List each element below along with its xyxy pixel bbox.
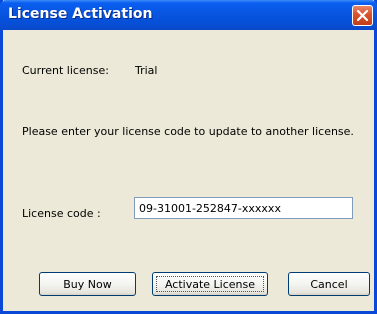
buy-now-button[interactable]: Buy Now — [39, 272, 136, 296]
instruction-text: Please enter your license code to update… — [22, 125, 354, 138]
current-license-value: Trial — [135, 64, 158, 77]
cancel-button[interactable]: Cancel — [288, 272, 370, 296]
window-title: License Activation — [8, 6, 153, 22]
title-bar[interactable]: License Activation — [0, 0, 377, 30]
close-button[interactable] — [352, 5, 373, 26]
license-code-label: License code : — [22, 207, 101, 220]
current-license-label: Current license: — [22, 64, 109, 77]
license-activation-dialog: License Activation Current license: Tria… — [0, 0, 377, 314]
activate-license-button[interactable]: Activate License — [152, 272, 268, 296]
close-icon — [356, 9, 369, 22]
license-code-input[interactable] — [134, 197, 353, 219]
